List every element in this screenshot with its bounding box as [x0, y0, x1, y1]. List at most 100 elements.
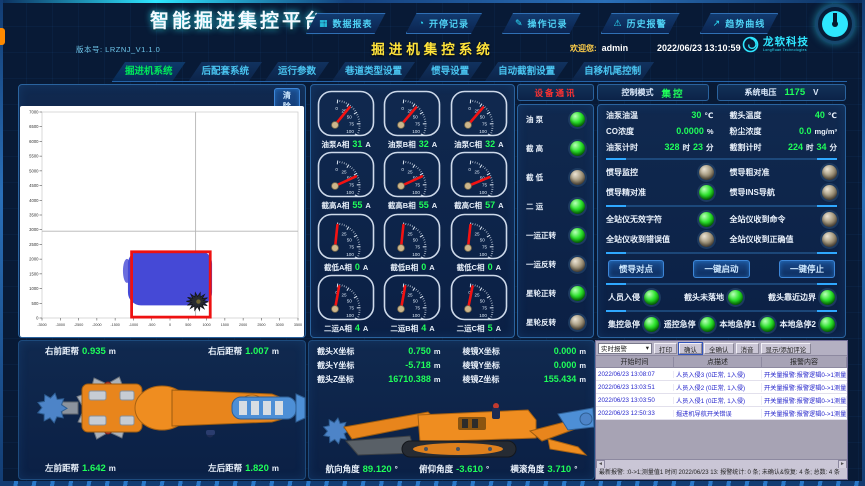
tab-3[interactable]: 运行参数: [265, 62, 329, 81]
stat-label: 粉尘浓度: [730, 126, 762, 137]
indicator-cell: 惯导监控: [606, 165, 714, 180]
alarm-row[interactable]: 2022/06/23 13:03:50人员入侵1 (0正常, 1入侵)开关量报警…: [596, 394, 847, 407]
stat-value: 34: [816, 142, 826, 152]
nav-history-alarm[interactable]: ⚠历史报警: [601, 13, 680, 34]
clock-button[interactable]: [815, 4, 855, 44]
comm-item: 星轮反转: [526, 315, 585, 330]
svg-text:4000: 4000: [29, 198, 39, 203]
gauge-label-row: 油泵A相31A: [321, 139, 370, 150]
svg-text:1000: 1000: [29, 286, 39, 291]
svg-text:25: 25: [474, 293, 480, 298]
gauge-name: 二运A相: [324, 323, 352, 334]
coordinate-cell: 棱镜Y坐标0.000m: [463, 360, 587, 371]
status-light-on: [570, 141, 585, 156]
alarm-status-bar: 最新报警: :0->1;测量值1 时间 2022/06/23 13: 报警统计:…: [596, 468, 847, 479]
svg-text:75: 75: [349, 183, 355, 188]
alarm-row[interactable]: 2022/06/23 12:50:33掘进机导航开关错误开关量报警:报警逻辑0-…: [596, 407, 847, 420]
stat-label: 油泵计时: [606, 142, 638, 153]
alarm-cell: 掘进机导航开关错误: [674, 409, 762, 418]
gauge-cell: 0255075100截高C相57A: [446, 150, 512, 212]
gauge-name: 油泵C相: [454, 139, 482, 150]
tab-5[interactable]: 惯导设置: [418, 62, 482, 81]
status-label: 本地急停2: [780, 319, 816, 330]
svg-text:75: 75: [349, 244, 355, 249]
nav-start-stop-record[interactable]: ◔开停记录: [406, 13, 482, 34]
nav-trend-curve[interactable]: ↗趋势曲线: [700, 13, 779, 34]
stat-unit: 分: [706, 142, 714, 153]
svg-text:2000: 2000: [29, 257, 39, 262]
one-key-start-button[interactable]: 一键启动: [693, 260, 749, 278]
comm-item-label: 一运反转: [526, 259, 556, 270]
tab-4[interactable]: 巷道类型设置: [332, 62, 415, 81]
alarm-hscrollbar[interactable]: ◄ ►: [596, 459, 847, 468]
field-label: 右后距帮: [208, 345, 242, 357]
nav-align-button[interactable]: 惯导对点: [608, 260, 664, 278]
coordinate-label: 棱镜Z坐标: [463, 374, 500, 385]
stat-unit: ℃: [828, 111, 837, 120]
status-group: 截头未落地: [684, 290, 743, 305]
svg-text:4500: 4500: [29, 183, 39, 188]
control-mode-label: 控制模式: [621, 87, 653, 98]
coordinate-value: 0.000: [554, 360, 577, 370]
comm-item-label: 截 低: [526, 172, 543, 183]
stat-unit: 时: [682, 142, 690, 153]
frame-decoration-top: [0, 0, 865, 3]
confirm-button[interactable]: 确认: [679, 343, 702, 354]
svg-text:100: 100: [479, 252, 487, 257]
gauge-cell: 0255075100截高A相55A: [313, 150, 379, 212]
ammeter-gauge: 0255075100: [316, 274, 376, 322]
comment-button[interactable]: 显示/添加评论: [761, 343, 812, 354]
gauge-value: 0: [488, 262, 493, 272]
tab-1[interactable]: 掘进机系统: [112, 62, 186, 81]
system-voltage-label: 系统电压: [745, 87, 777, 98]
status-label: 截头未落地: [684, 292, 724, 303]
status-light-on: [820, 317, 835, 332]
coordinate-label: 棱镜X坐标: [463, 346, 500, 357]
start-stop-record-icon: ◔: [419, 19, 424, 28]
gauge-label-row: 截高A相55A: [321, 200, 370, 211]
alarm-panel: 实时报警 ▾ 打印确认全确认消音显示/添加评论 开始时间点描述报警内容 2022…: [595, 340, 848, 480]
svg-text:1500: 1500: [29, 271, 39, 276]
safety-status-row: 人员入侵 截头未落地 截头靠近边界: [606, 290, 837, 305]
tab-7[interactable]: 自移机尾控制: [571, 62, 654, 81]
gauge-unit: A: [496, 324, 501, 333]
field-label: 左后距帮: [208, 462, 242, 474]
tab-6[interactable]: 自动截割设置: [485, 62, 568, 81]
indicator-label: 惯导精对准: [606, 187, 646, 198]
status-light-on: [570, 199, 585, 214]
nav-operation-record[interactable]: ✎操作记录: [502, 13, 581, 34]
svg-text:100: 100: [413, 252, 421, 257]
gauge-unit: A: [432, 201, 437, 210]
gauge-name: 油泵B相: [388, 139, 416, 150]
field-label: 右前距帮: [45, 345, 79, 357]
alarm-row[interactable]: 2022/06/23 13:03:51人员入侵2 (0正常, 1入侵)开关量报警…: [596, 381, 847, 394]
alarm-row[interactable]: 2022/06/23 13:08:07人员入侵3 (0正常, 1入侵)开关量报警…: [596, 368, 847, 381]
svg-text:100: 100: [346, 252, 354, 257]
gauge-value: 32: [485, 139, 495, 149]
current-gauges-panel: 0255075100油泵A相31A0255075100油泵B相32A025507…: [310, 84, 515, 338]
gauge-value: 31: [352, 139, 362, 149]
status-group: 人员入侵: [608, 290, 659, 305]
one-key-stop-button[interactable]: 一键停止: [779, 260, 835, 278]
confirm-all-button[interactable]: 全确认: [704, 343, 734, 354]
field-value: 1.007: [245, 346, 269, 357]
field-label: 航向角度: [326, 463, 360, 475]
status-light-on: [728, 290, 743, 305]
alarm-filter-dropdown[interactable]: 实时报警 ▾: [598, 343, 652, 354]
nav-data-report[interactable]: ▦数据报表: [306, 13, 386, 34]
mute-button[interactable]: 消音: [736, 343, 759, 354]
gauge-name: 截高C相: [454, 200, 482, 211]
gauge-unit: A: [365, 201, 370, 210]
svg-text:100: 100: [479, 190, 487, 195]
svg-text:6000: 6000: [29, 139, 39, 144]
coordinate-unit: m: [579, 375, 586, 384]
indicator-label: 惯导监控: [606, 167, 638, 178]
control-status-panel: 油泵油温30℃截头温度40℃CO浓度0.0000%粉尘浓度0.0mg/m³油泵计…: [597, 104, 846, 338]
gauge-cell: 0255075100二运C相5A: [446, 273, 512, 335]
svg-text:75: 75: [415, 183, 421, 188]
print-button[interactable]: 打印: [654, 343, 677, 354]
machine-side-view: [310, 397, 594, 461]
status-group: 截头靠近边界: [768, 290, 835, 305]
svg-text:75: 75: [349, 121, 355, 126]
tab-2[interactable]: 后配套系统: [189, 62, 263, 81]
